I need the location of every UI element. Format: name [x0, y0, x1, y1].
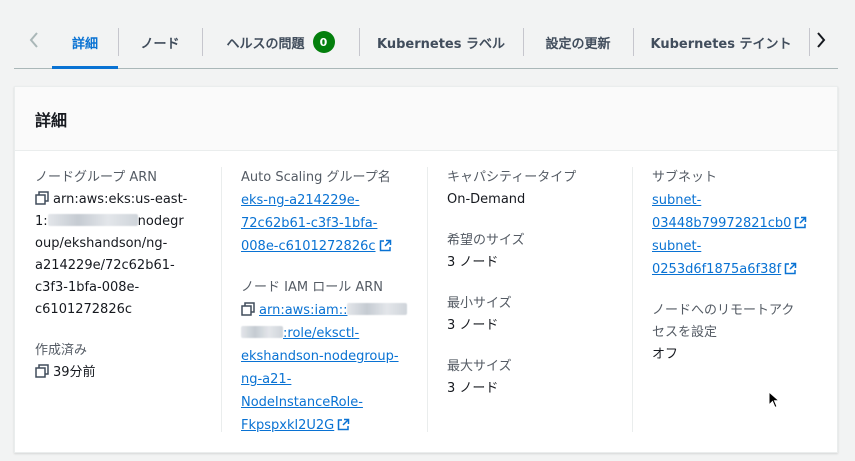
- remote-access-field: ノードへのリモートアク セスを設定 オフ: [652, 300, 832, 366]
- details-panel: 詳細 ノードグループ ARN arn:aws:eks:us-east- 1: no…: [14, 86, 838, 453]
- tab-details-label: 詳細: [71, 36, 98, 52]
- arn-line: 1:: [35, 214, 48, 229]
- capacity-type-label: キャパシティータイプ: [447, 170, 577, 185]
- nodegroup-arn-value: arn:aws:eks:us-east- 1: nodegr oup/ekshan…: [35, 189, 210, 321]
- tab-k8s-labels-label: Kubernetes ラベル: [376, 36, 505, 52]
- tab-nodes-label: ノード: [140, 36, 180, 52]
- arn-line: c6101272826c: [35, 302, 133, 317]
- iam-link-line[interactable]: arn:aws:iam::: [259, 303, 347, 318]
- details-column-1: ノードグループ ARN arn:aws:eks:us-east- 1: nodeg…: [35, 167, 210, 403]
- asg-field: Auto Scaling グループ名 eks-ng-a214229e- 72c6…: [241, 167, 431, 258]
- tab-scroll-left-button[interactable]: [22, 28, 46, 52]
- iam-link-line[interactable]: NodeInstanceRole-: [241, 395, 363, 410]
- iam-link-line[interactable]: ekshandson-nodegroup-: [241, 349, 399, 364]
- tab-health-label: ヘルスの問題: [226, 36, 305, 52]
- subnets-field: サブネット subnet- 03448b79972821cb0 subnet- …: [652, 167, 832, 281]
- created-field: 作成済み 39分前: [35, 340, 210, 384]
- subnet-link-2[interactable]: subnet- 0253d6f1875a6f38f: [652, 235, 832, 281]
- column-divider: [632, 167, 633, 432]
- tab-bar: 詳細 ノード ヘルスの問題 0 Kubernetes ラベル 設定の更新 Kub…: [14, 16, 838, 69]
- min-size-label: 最小サイズ: [447, 296, 512, 311]
- arn-line: arn:aws:eks:us-east-: [53, 192, 188, 207]
- min-size-field: 最小サイズ 3 ノード: [447, 293, 627, 337]
- subnet-link-line[interactable]: 0253d6f1875a6f38f: [652, 262, 781, 277]
- subnet-link-line[interactable]: subnet-: [652, 239, 701, 254]
- max-size-value: 3 ノード: [447, 381, 499, 396]
- created-text: 39分前: [53, 365, 96, 380]
- iam-role-field: ノード IAM ロール ARN arn:aws:iam:: :role/eksc…: [241, 277, 431, 437]
- subnets-label: サブネット: [652, 170, 718, 185]
- chevron-left-icon: [29, 32, 38, 48]
- remote-access-value: オフ: [652, 347, 679, 362]
- desired-size-value: 3 ノード: [447, 255, 499, 270]
- external-link-icon: [795, 216, 807, 229]
- nodegroup-arn-label: ノードグループ ARN: [35, 170, 158, 185]
- arn-line: a214229e/72c62b61-: [35, 258, 175, 273]
- external-link-icon: [784, 262, 797, 275]
- desired-size-label: 希望のサイズ: [447, 233, 525, 248]
- copy-icon[interactable]: [241, 302, 255, 316]
- tab-config-update-label: 設定の更新: [545, 36, 611, 52]
- details-column-4: サブネット subnet- 03448b79972821cb0 subnet- …: [652, 167, 832, 385]
- redacted-account-id: [241, 326, 283, 338]
- external-link-icon: [379, 239, 391, 252]
- capacity-type-value: On-Demand: [447, 192, 526, 207]
- panel-title: 詳細: [35, 110, 68, 130]
- mouse-cursor-icon: [768, 391, 780, 409]
- remote-access-label-line: セスを設定: [652, 325, 718, 340]
- min-size-value: 3 ノード: [447, 318, 499, 333]
- asg-link[interactable]: eks-ng-a214229e- 72c62b61-c3f3-1bfa- 008…: [241, 189, 431, 258]
- column-divider: [427, 167, 428, 432]
- tab-kubernetes-labels[interactable]: Kubernetes ラベル: [360, 16, 522, 68]
- asg-link-line[interactable]: 72c62b61-c3f3-1bfa-: [241, 216, 377, 231]
- details-column-3: キャパシティータイプ On-Demand 希望のサイズ 3 ノード 最小サイズ …: [447, 167, 627, 419]
- panel-header: 詳細: [15, 87, 837, 151]
- tab-nodes[interactable]: ノード: [119, 16, 201, 68]
- remote-access-label-line: ノードへのリモートアク: [652, 303, 795, 318]
- redacted-account-id: [347, 303, 408, 315]
- redacted-account-id: [47, 214, 138, 226]
- subnet-link-line[interactable]: subnet-: [652, 193, 701, 208]
- max-size-label: 最大サイズ: [447, 359, 512, 374]
- iam-link-line[interactable]: :role/eksctl-: [283, 326, 359, 341]
- asg-label: Auto Scaling グループ名: [241, 170, 391, 185]
- asg-link-line[interactable]: eks-ng-a214229e-: [241, 193, 359, 208]
- tab-scroll-right-button[interactable]: [809, 28, 833, 52]
- iam-role-link[interactable]: arn:aws:iam:: :role/eksctl- ekshandson-n…: [241, 299, 431, 437]
- chevron-right-icon: [817, 32, 826, 48]
- capacity-type-field: キャパシティータイプ On-Demand: [447, 167, 627, 211]
- iam-link-line[interactable]: ng-a21-: [241, 372, 291, 387]
- remote-access-label: ノードへのリモートアク セスを設定: [652, 300, 832, 344]
- asg-link-line[interactable]: 008e-c6101272826c: [241, 239, 376, 254]
- arn-line: c3f3-1bfa-008e-: [35, 280, 140, 295]
- iam-role-label: ノード IAM ロール ARN: [241, 280, 383, 295]
- health-count-badge: 0: [312, 31, 335, 53]
- tab-config-update[interactable]: 設定の更新: [524, 16, 632, 68]
- created-label: 作成済み: [35, 343, 88, 358]
- tab-details[interactable]: 詳細: [52, 16, 118, 69]
- tab-kubernetes-taints[interactable]: Kubernetes テイント: [634, 16, 808, 68]
- subnet-link-1[interactable]: subnet- 03448b79972821cb0: [652, 189, 832, 235]
- subnet-link-line[interactable]: 03448b79972821cb0: [652, 216, 791, 231]
- nodegroup-arn-field: ノードグループ ARN arn:aws:eks:us-east- 1: nodeg…: [35, 167, 210, 321]
- desired-size-field: 希望のサイズ 3 ノード: [447, 230, 627, 274]
- tab-health-issues[interactable]: ヘルスの問題 0: [203, 16, 358, 68]
- iam-link-line[interactable]: Fkpspxkl2U2G: [241, 418, 334, 433]
- copy-icon[interactable]: [35, 364, 49, 378]
- column-divider: [221, 167, 222, 432]
- max-size-field: 最大サイズ 3 ノード: [447, 356, 627, 400]
- arn-line: nodegr: [137, 214, 184, 229]
- external-link-icon: [338, 418, 350, 431]
- tab-k8s-taints-label: Kubernetes テイント: [650, 36, 792, 52]
- details-column-2: Auto Scaling グループ名 eks-ng-a214229e- 72c6…: [241, 167, 431, 456]
- copy-icon[interactable]: [35, 191, 49, 205]
- created-value: 39分前: [35, 362, 210, 384]
- arn-line: oup/ekshandson/ng-: [35, 236, 168, 251]
